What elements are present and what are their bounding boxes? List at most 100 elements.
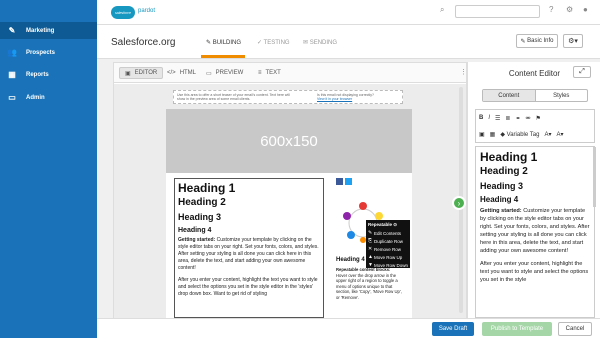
drag-handle-icon[interactable]: ⋮ xyxy=(460,68,467,76)
admin-icon: ▭ xyxy=(8,93,16,102)
bullet-list-icon[interactable]: ☰ xyxy=(495,115,500,122)
sidebar: ✎ Marketing 👥 Prospects ▦ Reports ▭ Admi… xyxy=(0,0,97,338)
sidebar-item-admin[interactable]: ▭ Admin xyxy=(0,89,97,106)
unlink-icon[interactable]: ⚮ xyxy=(525,115,530,122)
repeatable-context-menu: Repeatable ⊙ ✎ Edit Contents ⎘ Duplicate R… xyxy=(366,220,410,268)
heading-2: Heading 2 xyxy=(480,166,528,177)
heading-1: Heading 1 xyxy=(178,181,236,195)
rich-text-content[interactable]: Heading 1 Heading 2 Heading 3 Heading 4 … xyxy=(475,146,595,318)
settings-dropdown-button[interactable]: ⚙▾ xyxy=(563,34,583,48)
send-icon: ✉ xyxy=(303,40,310,46)
heading-4: Heading 4 xyxy=(178,227,212,234)
content-region-left[interactable]: Heading 1 Heading 2 Heading 3 Heading 4 … xyxy=(174,178,324,318)
sidebar-item-label: Admin xyxy=(26,94,45,101)
search-input[interactable] xyxy=(455,5,540,18)
edit-icon: ✎ xyxy=(520,38,528,45)
toolbar-row: ▣ ▦ ◆ Variable Tag A▾ A▾ xyxy=(479,129,563,139)
edit-icon: ✎ xyxy=(206,40,213,46)
sidebar-item-reports[interactable]: ▦ Reports xyxy=(0,66,97,83)
body-paragraph: After you enter your content, highlight … xyxy=(480,261,589,283)
numbered-list-icon[interactable]: ≣ xyxy=(505,115,510,122)
sidebar-item-label: Reports xyxy=(26,71,49,78)
social-icons xyxy=(336,178,352,185)
email-editor: ▣ EDITOR </> HTML ▭ PREVIEW ≡ TEXT ⋮ Use thi… xyxy=(113,62,467,318)
help-icon[interactable]: ? xyxy=(549,5,553,14)
heading-3: Heading 3 xyxy=(480,181,524,191)
heading-1: Heading 1 xyxy=(480,150,538,164)
italic-icon[interactable]: I xyxy=(488,115,490,121)
salesforce-logo[interactable]: salesforce xyxy=(111,6,135,19)
tab-text[interactable]: ≡ TEXT xyxy=(258,67,281,79)
banner-image-placeholder[interactable]: 600x150 xyxy=(166,109,412,173)
collapse-panel-button[interactable]: › xyxy=(452,196,466,210)
font-size-icon[interactable]: A▾ xyxy=(556,131,563,138)
view-in-browser-link[interactable]: View it in your browser xyxy=(317,97,352,101)
table-icon[interactable]: ▦ xyxy=(490,131,496,138)
menu-item-edit-contents[interactable]: ✎ Edit Contents xyxy=(368,229,408,237)
content-editor-panel: Content Editor ⤢ Content Styles B I ☰ ≣ … xyxy=(467,62,600,318)
desktop-icon: ▭ xyxy=(206,70,212,77)
pencil-icon: ✎ xyxy=(8,26,16,35)
image-icon[interactable]: ▣ xyxy=(479,131,485,138)
menu-item-move-row-down[interactable]: ▼ Move Row Down xyxy=(368,261,408,269)
tab-styles[interactable]: Styles xyxy=(534,90,588,101)
pardot-logo-text: pardot xyxy=(138,8,156,14)
tab-building[interactable]: ✎ BUILDING xyxy=(206,39,241,46)
panel-scrollbar[interactable] xyxy=(593,147,596,207)
expand-icon: ⤢ xyxy=(579,68,585,75)
heading-3: Heading 3 xyxy=(178,212,222,222)
rich-text-toolbar: B I ☰ ≣ ⚭ ⚮ ⚑ ▣ ▦ ◆ Variable Tag A▾ A▾ xyxy=(475,109,595,143)
facebook-icon[interactable] xyxy=(336,178,343,185)
body-paragraph: Repeatable content blocks: Hover over the… xyxy=(336,267,402,300)
menu-item-move-row-up[interactable]: ▲ Move Row Up xyxy=(368,253,408,261)
sidebar-item-label: Prospects xyxy=(26,49,56,56)
twitter-icon[interactable] xyxy=(345,178,352,185)
variable-tag-button[interactable]: ◆ Variable Tag xyxy=(500,131,539,138)
tab-testing[interactable]: ✓ TESTING xyxy=(257,39,290,46)
email-body: 600x150 Heading 1 Heading 2 Heading 3 He… xyxy=(166,109,412,318)
editor-icon: ▣ xyxy=(125,70,131,77)
tab-sending[interactable]: ✉ SENDING xyxy=(303,39,337,46)
sidebar-item-marketing[interactable]: ✎ Marketing xyxy=(0,22,97,39)
preheader-text[interactable]: Use this area to offer a short teaser of… xyxy=(177,93,295,101)
heading-2: Heading 2 xyxy=(178,197,226,208)
cancel-button[interactable]: Cancel xyxy=(558,322,592,336)
heading-4: Heading 4 xyxy=(480,195,519,204)
email-canvas: Use this area to offer a short teaser of… xyxy=(114,84,466,318)
top-bar: salesforce pardot ⌕ ? ⚙ ● xyxy=(97,0,600,25)
link-icon[interactable]: ⚭ xyxy=(515,115,520,122)
body-paragraph: Getting started: Customize your template… xyxy=(178,237,319,271)
active-step-indicator xyxy=(201,55,245,58)
anchor-icon[interactable]: ⚑ xyxy=(536,115,541,122)
sidebar-item-prospects[interactable]: 👥 Prospects xyxy=(0,44,97,61)
footer-actions: Save Draft Publish to Template Cancel xyxy=(97,318,600,338)
font-color-icon[interactable]: A▾ xyxy=(544,131,551,138)
sidebar-item-label: Marketing xyxy=(26,27,55,34)
save-draft-button[interactable]: Save Draft xyxy=(432,322,474,336)
text-icon: ≡ xyxy=(258,70,262,76)
people-icon: 👥 xyxy=(7,48,17,57)
chevron-right-icon: › xyxy=(457,198,461,208)
view-in-browser: Is this email not displaying correctly? … xyxy=(317,93,374,101)
bold-icon[interactable]: B xyxy=(479,115,483,121)
user-icon[interactable]: ● xyxy=(583,5,588,14)
menu-item-duplicate-row[interactable]: ⎘ Duplicate Row xyxy=(368,237,408,245)
search-icon[interactable]: ⌕ xyxy=(440,5,444,15)
code-icon: </> xyxy=(167,70,176,76)
gear-icon[interactable]: ⚙ xyxy=(566,5,573,14)
editor-tabs: ▣ EDITOR </> HTML ▭ PREVIEW ≡ TEXT ⋮ xyxy=(114,63,467,83)
page-title: Salesforce.org xyxy=(111,37,176,48)
menu-item-remove-row[interactable]: ✕ Remove Row xyxy=(368,245,408,253)
basic-info-button[interactable]: ✎ Basic Info xyxy=(516,34,558,48)
publish-to-template-button[interactable]: Publish to Template xyxy=(482,322,552,336)
tab-content[interactable]: Content xyxy=(483,90,535,101)
tab-html[interactable]: </> HTML xyxy=(167,67,196,79)
tab-editor[interactable]: ▣ EDITOR xyxy=(119,67,164,79)
body-paragraph: After you enter your content, highlight … xyxy=(178,277,318,297)
chart-icon: ▦ xyxy=(8,70,16,79)
expand-button[interactable]: ⤢ xyxy=(573,66,591,78)
toolbar-row: B I ☰ ≣ ⚭ ⚮ ⚑ xyxy=(479,113,541,123)
body-paragraph: Getting started: Customize your template… xyxy=(480,208,590,254)
tab-preview[interactable]: ▭ PREVIEW xyxy=(206,67,243,79)
tag-icon: ◆ xyxy=(500,131,505,138)
